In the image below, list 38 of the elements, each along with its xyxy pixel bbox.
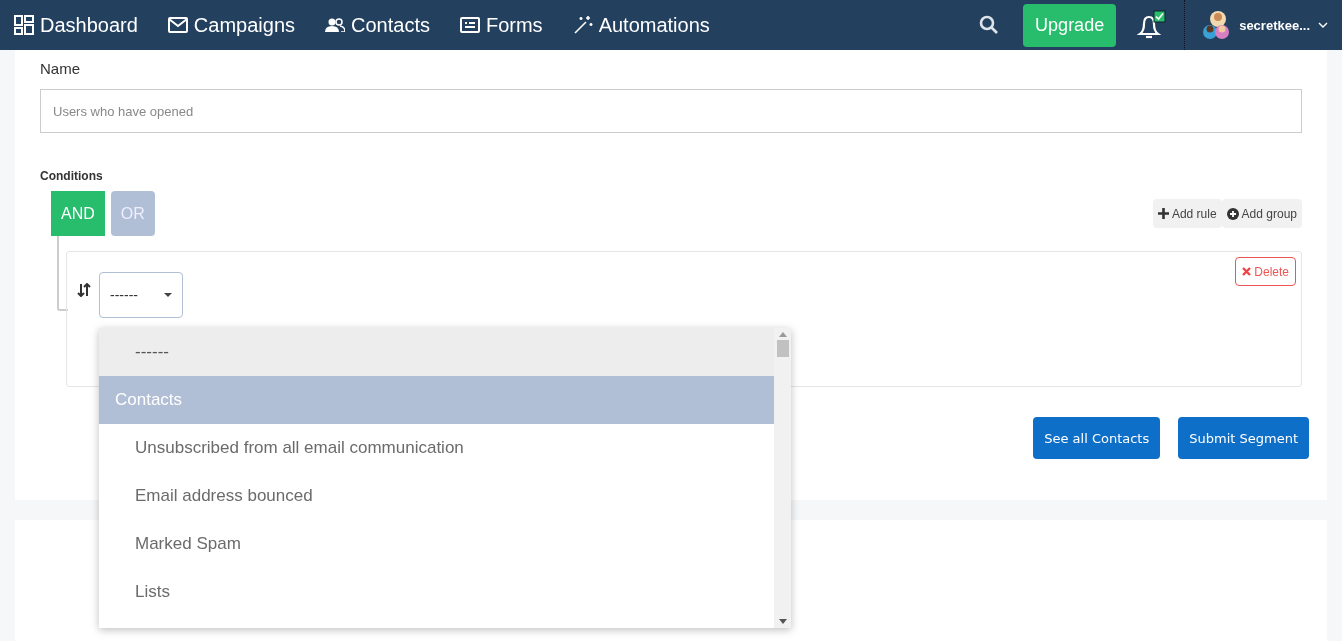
option-group-header: Contacts (99, 376, 774, 424)
scroll-down-arrow-icon[interactable] (778, 619, 787, 624)
add-rule-button[interactable]: Add rule (1152, 199, 1222, 228)
section-label: Conditions (40, 169, 104, 183)
avatar-icon (1201, 10, 1232, 40)
dropdown-option[interactable]: Lists (99, 568, 774, 616)
add-group-button[interactable]: Add group (1221, 199, 1302, 228)
nav-link[interactable]: Contacts (325, 13, 430, 37)
dropdown-option[interactable]: ------ (99, 328, 774, 376)
dashboard-icon (14, 15, 34, 35)
chevron-down-icon[interactable] (1318, 21, 1328, 29)
rule-select[interactable]: ------ (99, 272, 183, 318)
action-button[interactable]: See all Contacts (1033, 417, 1161, 459)
magic-wand-icon (572, 15, 593, 35)
field-label: Name (40, 60, 81, 77)
search-icon[interactable] (979, 15, 1000, 35)
close-icon (1242, 267, 1252, 276)
envelope-icon (167, 17, 188, 33)
delete-button[interactable]: Delete (1235, 257, 1296, 286)
action-button[interactable]: Submit Segment (1178, 417, 1309, 459)
plus-icon (1157, 208, 1169, 219)
nav-link[interactable]: Dashboard (14, 13, 138, 37)
nav-link[interactable]: Forms (459, 13, 543, 37)
sort-icon[interactable] (77, 283, 91, 297)
people-icon (325, 18, 345, 32)
plus-circle-icon (1226, 207, 1239, 220)
nav-link[interactable]: Campaigns (167, 13, 295, 37)
scrollbar[interactable] (774, 328, 791, 628)
name-input[interactable]: Users who have opened (40, 89, 1302, 133)
nav-link[interactable]: Automations (572, 13, 710, 37)
dropdown-option[interactable]: Email address bounced (99, 472, 774, 520)
scrollbar-thumb[interactable] (776, 340, 789, 357)
bell-icon[interactable] (1136, 10, 1167, 40)
dropdown-option[interactable]: Marked Spam (99, 520, 774, 568)
user-name[interactable]: secretkee... (1239, 17, 1310, 33)
caret-icon (164, 293, 172, 297)
form-icon (459, 17, 480, 33)
dropdown-option[interactable]: Unsubscribed from all email communication (99, 424, 774, 472)
